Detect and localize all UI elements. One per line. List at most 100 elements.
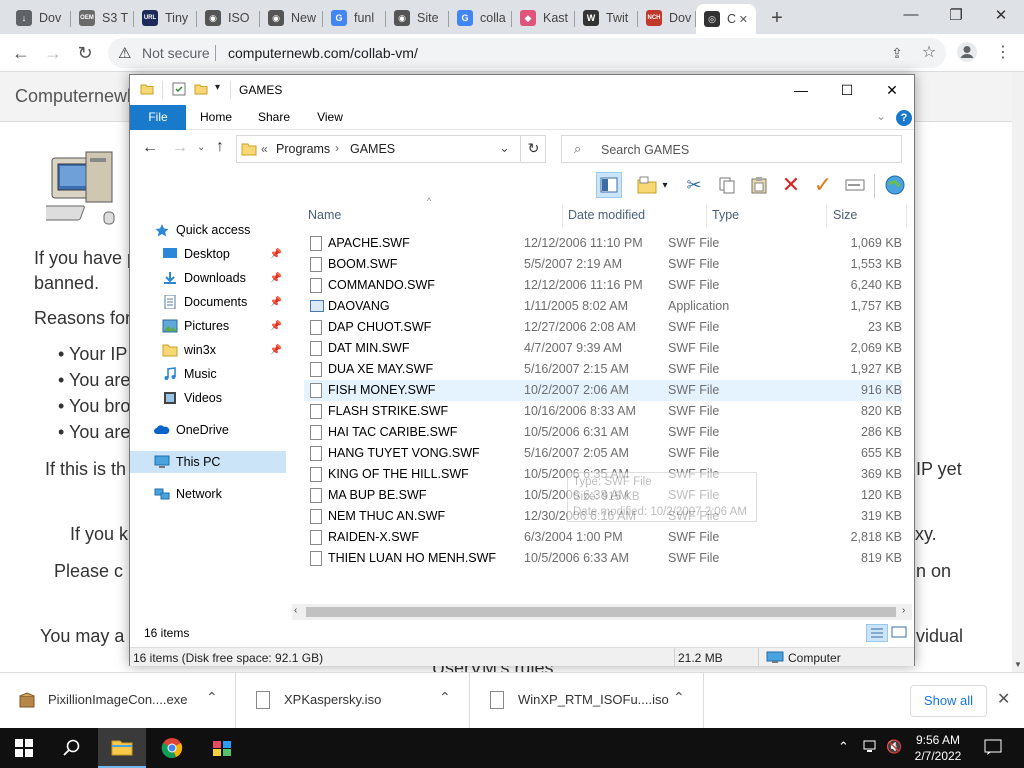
large-icons-view-icon[interactable] [890,624,910,642]
folder-options-icon[interactable] [634,172,660,198]
chevron-up-icon[interactable]: ⌃ [206,689,218,706]
column-size[interactable]: Size [833,203,857,227]
browser-tab[interactable]: ◉ ISO [197,4,260,32]
chevron-up-icon[interactable]: ⌃ [439,689,451,706]
recent-locations-icon[interactable]: ⌄ [197,142,205,153]
tab-share[interactable]: Share [254,105,294,130]
explorer-title-bar[interactable]: ▾ GAMES — ☐ ✕ [130,75,914,105]
maximize-button[interactable]: ☐ [824,78,870,102]
nav-item-win3x[interactable]: win3x 📌 [130,339,286,361]
search-box[interactable]: ⌕ Search GAMES [561,135,902,163]
browser-close-button[interactable]: ✕ [986,6,1016,24]
column-separator[interactable] [706,205,707,227]
column-type[interactable]: Type [712,203,739,227]
address-dropdown-icon[interactable]: ⌄ [499,140,510,156]
windows-start-icon[interactable] [0,728,48,768]
file-row[interactable]: BOOM.SWF 5/5/2007 2:19 AM SWF File 1,553 KB [304,254,902,275]
file-row[interactable]: FLASH STRIKE.SWF 10/16/2006 8:33 AM SWF Fi… [304,401,902,422]
forward-icon[interactable]: → [172,139,188,157]
profile-avatar[interactable] [956,41,978,63]
tab-view[interactable]: View [310,105,350,130]
up-arrow-icon[interactable]: ↑ [216,138,224,156]
file-explorer-taskbar-icon[interactable] [98,728,146,768]
globe-icon[interactable] [882,172,908,198]
nav-item-music[interactable]: Music [130,363,286,385]
chrome-icon[interactable] [148,728,196,768]
nav-item-videos[interactable]: Videos [130,387,286,409]
nav-item-onedrive[interactable]: OneDrive [130,419,286,441]
cut-icon[interactable]: ✂ [681,172,707,198]
column-separator[interactable] [562,205,563,227]
search-icon[interactable] [48,728,96,768]
browser-tab[interactable]: ◉ Site [386,4,449,32]
pin-icon[interactable]: 📌 [270,321,282,332]
pin-icon[interactable]: 📌 [270,297,282,308]
site-title[interactable]: Computernewb [15,86,137,107]
file-row[interactable]: DUA XE MAY.SWF 5/16/2007 2:15 AM SWF File 1… [304,359,902,380]
forward-icon[interactable]: → [42,42,64,64]
file-row[interactable]: COMMANDO.SWF 12/12/2006 11:16 PM SWF File 6… [304,275,902,296]
browser-tab[interactable]: Gcolla [449,4,512,32]
breadcrumb-games[interactable]: GAMES [350,142,395,156]
back-icon[interactable]: ← [10,42,32,64]
browser-tab[interactable]: ◎ C ✕ [696,4,756,34]
file-row[interactable]: HAI TAC CARIBE.SWF 10/5/2006 6:31 AM SWF F… [304,422,902,443]
address-bar[interactable]: ⚠ Not secure computernewb.com/collab-vm/ [108,38,946,68]
file-row[interactable]: DAP CHUOT.SWF 12/27/2006 2:08 AM SWF File 2… [304,317,902,338]
breadcrumb-separator[interactable]: › [335,141,339,155]
pin-icon[interactable]: 📌 [270,249,282,260]
browser-tab[interactable]: NCH Dov [638,4,696,32]
qat-dropdown-icon[interactable]: ▾ [215,82,220,93]
file-row[interactable]: FISH MONEY.SWF 10/2/2007 2:06 AM SWF File 9… [304,380,902,401]
browser-tab[interactable]: ◉ New [260,4,323,32]
nav-item-network[interactable]: Network [130,483,286,505]
pin-icon[interactable]: 📌 [270,345,282,356]
file-row[interactable]: APACHE.SWF 12/12/2006 11:10 PM SWF File 1,0… [304,233,902,254]
preview-pane-icon[interactable] [596,172,622,198]
browser-tab[interactable]: Gfunl [323,4,386,32]
nav-item-this-pc[interactable]: This PC [130,451,286,473]
breadcrumb-overflow[interactable]: « [261,142,268,156]
download-item[interactable]: WinXP_RTM_ISOFu....iso ⌃ [470,673,704,729]
tab-home[interactable]: Home [196,105,236,130]
breadcrumb-programs[interactable]: Programs [276,142,330,156]
share-icon[interactable]: ⇪ [886,42,908,64]
browser-tab[interactable]: OEM S3 T [71,4,134,32]
browser-minimize-button[interactable]: — [896,6,926,23]
scroll-left-icon[interactable]: ‹ [294,605,297,616]
tab-file[interactable]: File [130,105,186,130]
file-row[interactable]: DAT MIN.SWF 4/7/2007 9:39 AM SWF File 2,069… [304,338,902,359]
show-all-button[interactable]: Show all [910,685,987,717]
scroll-right-icon[interactable]: › [902,605,905,616]
url-text[interactable]: computernewb.com/collab-vm/ [228,45,418,61]
download-item[interactable]: XPKaspersky.iso ⌃ [236,673,470,729]
nav-item-documents[interactable]: Documents 📌 [130,291,286,313]
file-row[interactable]: RAIDEN-X.SWF 6/3/2004 1:00 PM SWF File 2,81… [304,527,902,548]
download-item[interactable]: PixillionImageCon....exe ⌃ [0,673,236,729]
browser-restore-button[interactable]: ❐ [941,6,971,24]
app-icon[interactable] [198,728,246,768]
notifications-icon[interactable] [984,739,1002,758]
close-icon[interactable]: ✕ [997,689,1010,709]
folder-options-dropdown-icon[interactable]: ▾ [658,172,672,198]
minimize-button[interactable]: — [778,78,824,102]
browser-tab[interactable]: URL Tiny [134,4,197,32]
file-row[interactable]: HANG TUYET VONG.SWF 5/16/2007 2:05 AM SWF … [304,443,902,464]
chevron-up-icon[interactable]: ⌃ [673,689,685,706]
checkmark-icon[interactable]: ✓ [810,172,836,198]
nav-item-quick-access[interactable]: Quick access [130,219,286,241]
new-folder-icon[interactable] [194,82,208,99]
paste-icon[interactable] [746,172,772,198]
bookmark-star-icon[interactable]: ☆ [918,42,940,64]
new-tab-button[interactable]: + [766,7,788,30]
clock[interactable]: 9:56 AM 2/7/2022 [908,732,968,764]
scrollbar-thumb[interactable] [306,607,896,617]
scroll-down-icon[interactable]: ▼ [1014,660,1022,669]
details-view-icon[interactable] [866,624,888,642]
back-icon[interactable]: ← [142,139,158,157]
menu-kebab-icon[interactable]: ⋮ [992,42,1014,64]
delete-icon[interactable]: ✕ [778,172,804,198]
close-button[interactable]: ✕ [869,78,915,102]
nav-item-downloads[interactable]: Downloads 📌 [130,267,286,289]
page-scrollbar[interactable]: ▼ [1012,72,1024,672]
